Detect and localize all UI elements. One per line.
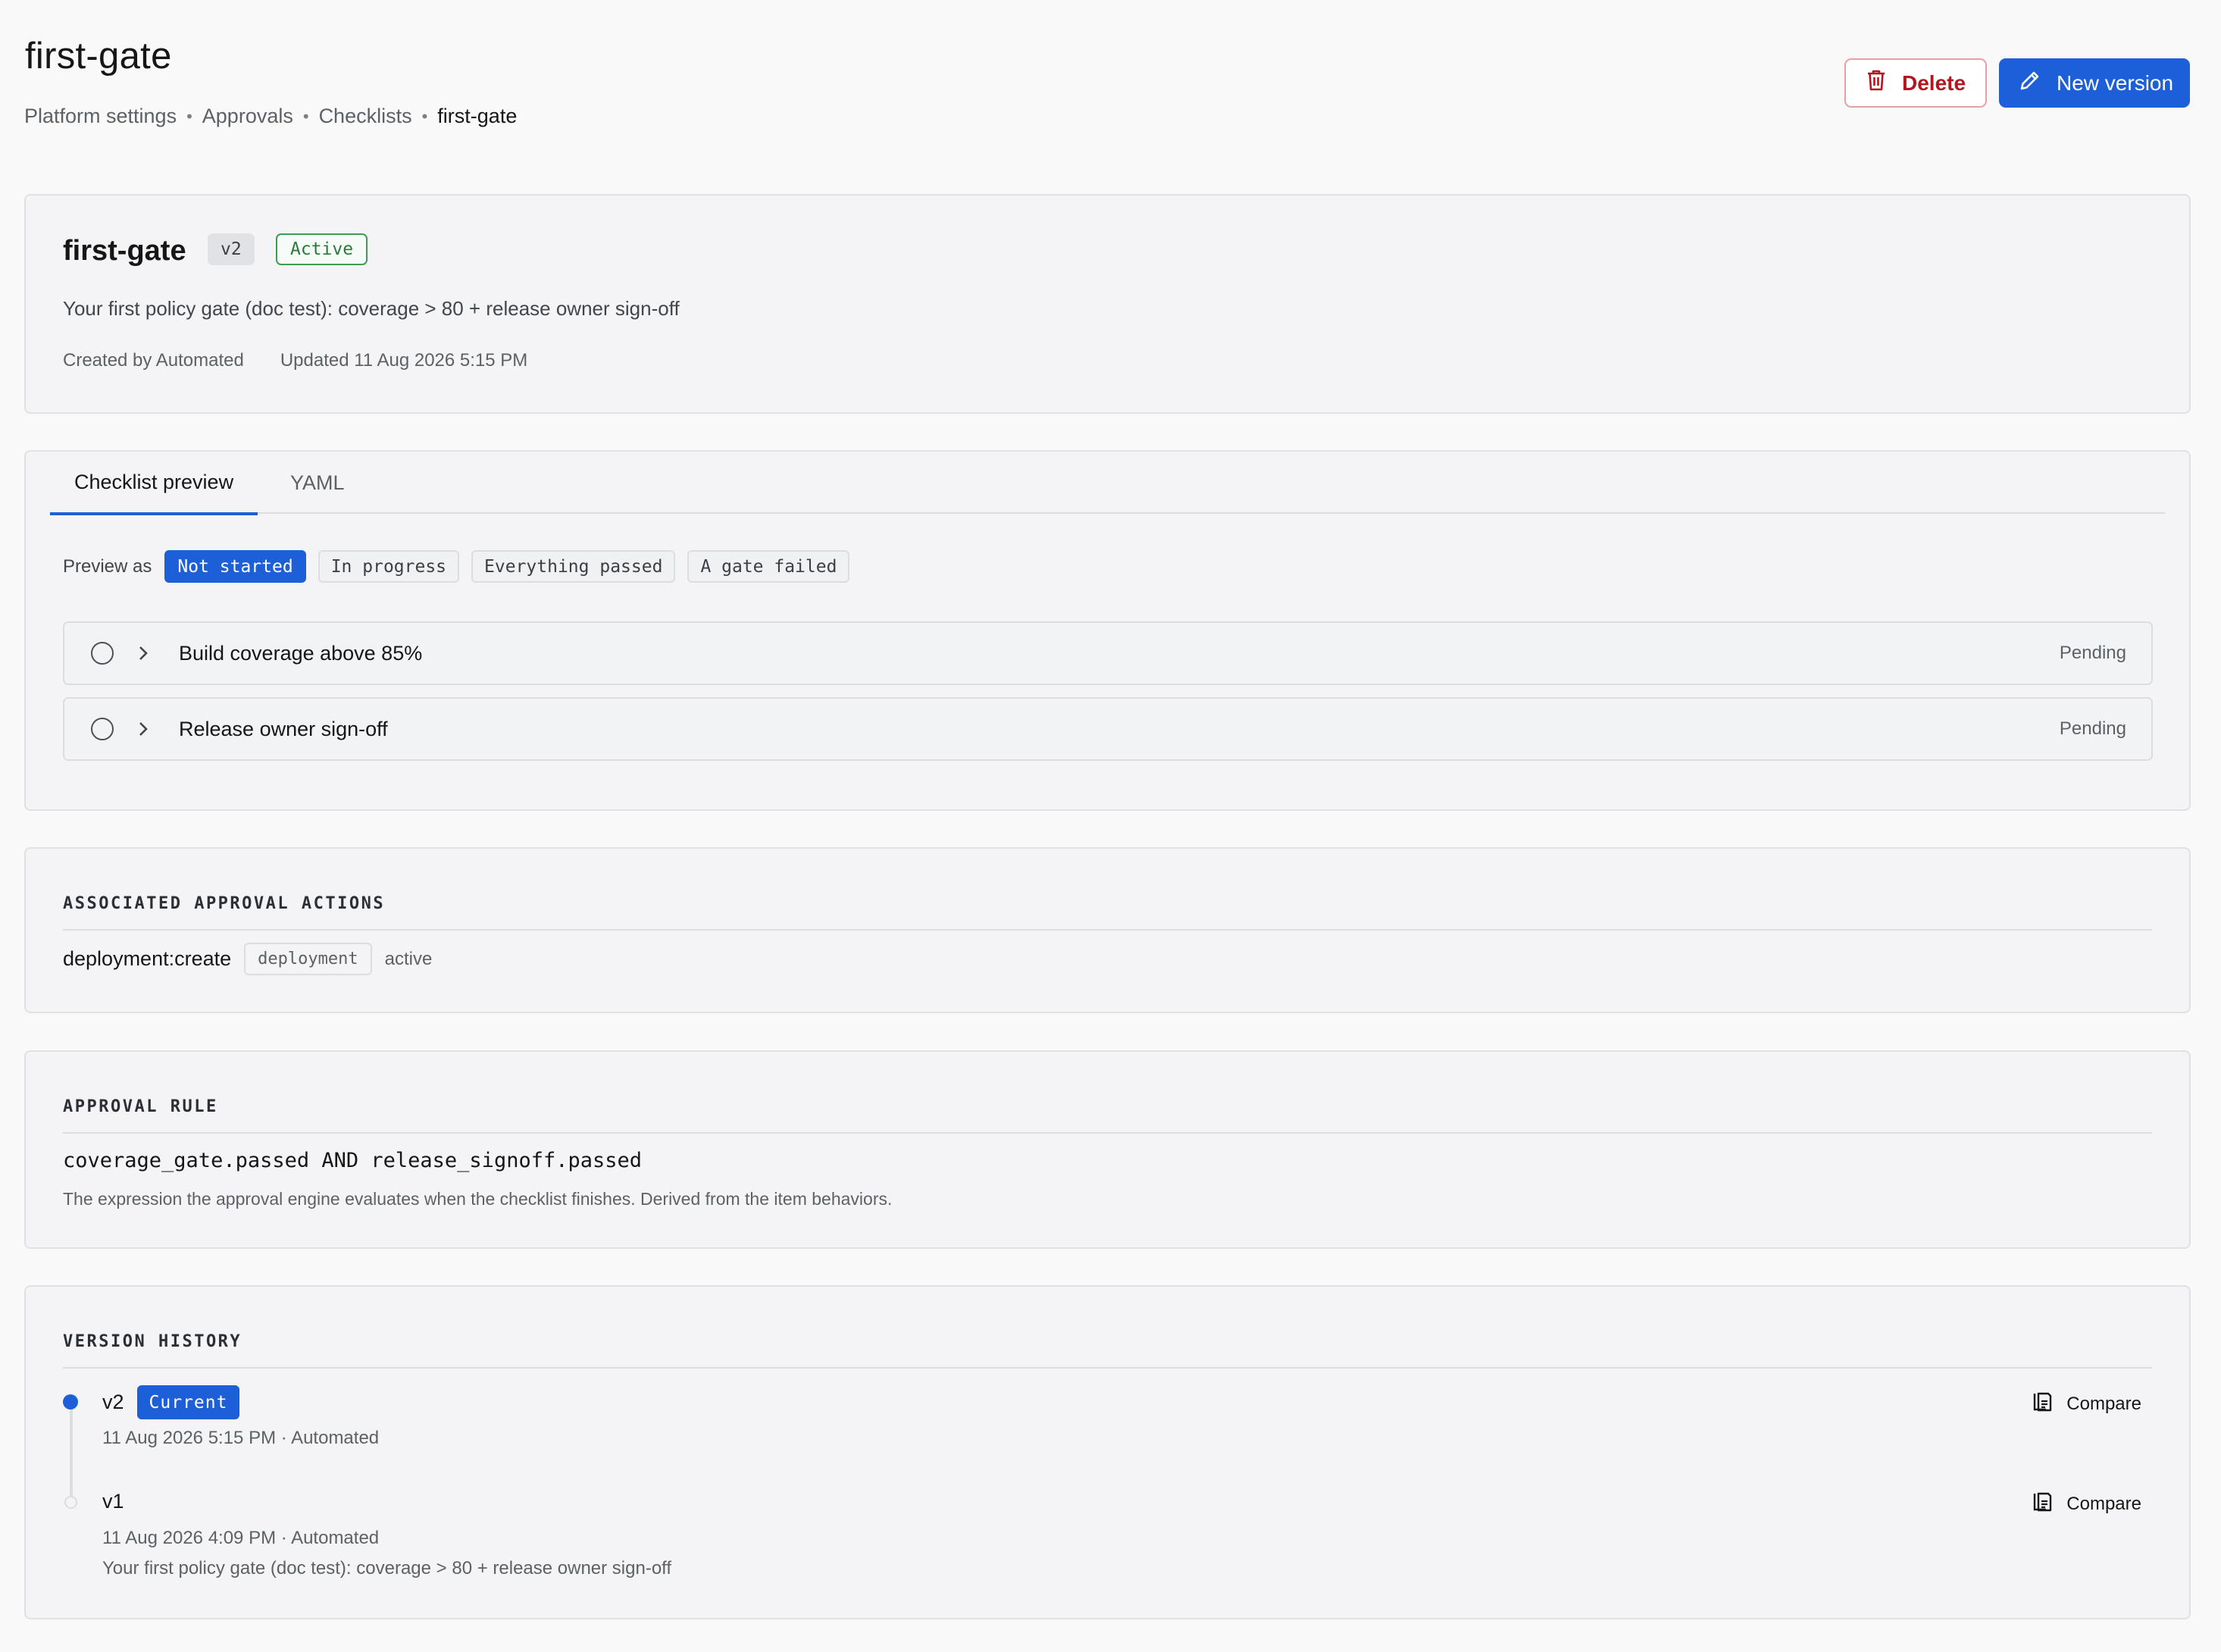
timeline-line [70, 1404, 73, 1507]
checklist-item-label: Build coverage above 85% [179, 641, 423, 665]
created-by: Created by Automated [63, 350, 244, 371]
rule-note: The expression the approval engine evalu… [63, 1189, 893, 1209]
action-state: active [384, 948, 433, 969]
breadcrumb-approvals[interactable]: Approvals [202, 105, 293, 128]
trash-icon [1866, 69, 1887, 97]
checklist-item-label: Release owner sign-off [179, 717, 388, 740]
breadcrumb-separator: • [302, 106, 309, 126]
compare-button[interactable]: Compare [2032, 1490, 2141, 1518]
checklist-name: first-gate [63, 235, 186, 267]
timeline-dot-current [63, 1394, 78, 1410]
version-meta: 11 Aug 2026 5:15 PM · Automated [102, 1428, 380, 1448]
empty-circle-icon [91, 642, 114, 665]
checklist-preview-card: Checklist preview YAML Preview as Not st… [24, 450, 2191, 811]
checklist-description: Your first policy gate (doc test): cover… [63, 297, 680, 320]
approval-action-row: deployment:create deployment active [63, 943, 432, 975]
section-heading: ASSOCIATED APPROVAL ACTIONS [63, 894, 386, 913]
delete-label: Delete [1902, 70, 1966, 95]
documents-compare-icon [2032, 1390, 2066, 1418]
compare-label: Compare [2066, 1393, 2141, 1414]
rule-expression: coverage_gate.passed AND release_signoff… [63, 1149, 643, 1172]
preview-option-everything-passed[interactable]: Everything passed [471, 550, 676, 583]
tab-bar: Checklist preview YAML [50, 452, 2165, 515]
checklist-item-status: Pending [2059, 643, 2126, 663]
tab-yaml[interactable]: YAML [266, 452, 369, 514]
version-history-card: VERSION HISTORY v2 Current 11 Aug 2026 5… [24, 1285, 2191, 1619]
checklist-summary-card: first-gate v2 Active Your first policy g… [24, 194, 2191, 414]
status-badge: Active [276, 233, 368, 265]
checklist-meta: Created by Automated Updated 11 Aug 2026… [63, 350, 527, 371]
version-name: v1 [102, 1490, 124, 1513]
compare-label: Compare [2066, 1493, 2141, 1514]
breadcrumb-separator: • [421, 106, 428, 126]
timeline-dot [64, 1496, 77, 1509]
chevron-right-icon[interactable] [138, 645, 155, 662]
approval-rule-card: APPROVAL RULE coverage_gate.passed AND r… [24, 1050, 2191, 1249]
pencil-icon [2019, 69, 2041, 97]
version-row: v1 [102, 1490, 124, 1513]
page-title: first-gate [25, 36, 172, 77]
section-heading: VERSION HISTORY [63, 1332, 242, 1351]
divider [63, 929, 2152, 931]
version-row: v2 Current [102, 1385, 240, 1419]
approval-actions-card: ASSOCIATED APPROVAL ACTIONS deployment:c… [24, 847, 2191, 1013]
divider [63, 1132, 2152, 1134]
version-name: v2 [102, 1391, 124, 1413]
new-version-button[interactable]: New version [1999, 58, 2190, 108]
checklist-item-status: Pending [2059, 718, 2126, 739]
current-badge: Current [136, 1385, 240, 1419]
breadcrumb-current: first-gate [437, 105, 518, 127]
new-version-label: New version [2057, 70, 2174, 95]
action-type-badge: deployment [244, 943, 372, 975]
preview-option-gate-failed[interactable]: A gate failed [687, 550, 850, 583]
section-heading: APPROVAL RULE [63, 1097, 218, 1116]
chevron-right-icon[interactable] [138, 721, 155, 737]
breadcrumb-platform-settings[interactable]: Platform settings [24, 105, 177, 128]
breadcrumb: Platform settings • Approvals • Checklis… [24, 105, 517, 128]
preview-option-not-started[interactable]: Not started [164, 550, 306, 583]
tab-checklist-preview[interactable]: Checklist preview [50, 452, 258, 515]
preview-state-selector: Preview as Not started In progress Every… [63, 550, 862, 583]
preview-label: Preview as [63, 555, 152, 577]
preview-option-in-progress[interactable]: In progress [318, 550, 460, 583]
documents-compare-icon [2032, 1490, 2066, 1518]
version-badge: v2 [208, 233, 255, 265]
version-description: Your first policy gate (doc test): cover… [102, 1558, 672, 1578]
version-meta: 11 Aug 2026 4:09 PM · Automated [102, 1528, 380, 1548]
breadcrumb-separator: • [186, 106, 192, 126]
delete-button[interactable]: Delete [1844, 58, 1987, 108]
updated-at: Updated 11 Aug 2026 5:15 PM [280, 350, 528, 371]
checklist-item[interactable]: Build coverage above 85% Pending [63, 621, 2153, 685]
compare-button[interactable]: Compare [2032, 1390, 2141, 1418]
breadcrumb-checklists[interactable]: Checklists [319, 105, 412, 128]
checklist-item[interactable]: Release owner sign-off Pending [63, 697, 2153, 761]
divider [63, 1367, 2152, 1369]
empty-circle-icon [91, 718, 114, 740]
action-name: deployment:create [63, 947, 232, 970]
